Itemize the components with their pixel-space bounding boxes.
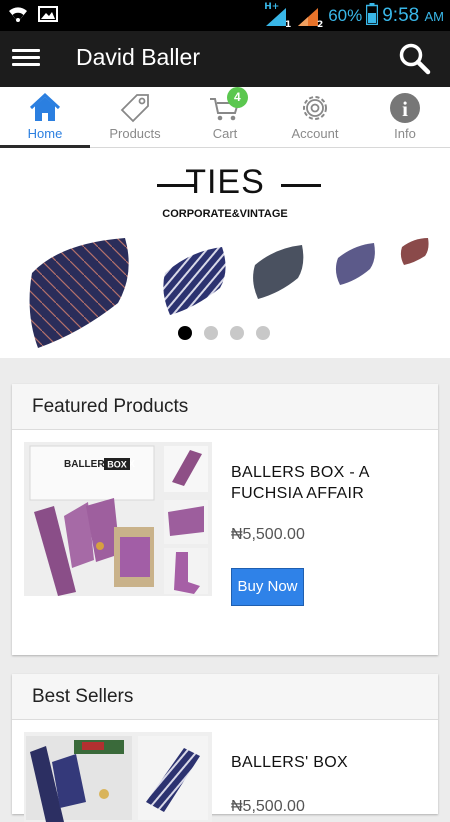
best-sellers-heading: Best Sellers (12, 674, 438, 720)
network-type-label: H+ (264, 2, 280, 12)
wifi-icon (8, 5, 28, 27)
menu-icon-line (12, 49, 40, 52)
tab-products[interactable]: Products (90, 87, 180, 147)
carousel-dot[interactable] (256, 326, 270, 340)
gear-icon (303, 96, 327, 120)
app-title: David Baller (76, 44, 200, 70)
battery-icon (365, 3, 379, 29)
carousel-dot[interactable] (230, 326, 244, 340)
tab-account-label: Account (291, 126, 339, 141)
tab-home-label: Home (27, 126, 63, 141)
ballers-box-photo (24, 732, 212, 822)
best-seller-product-price: ₦5,500.00 (231, 798, 305, 815)
tie-burgundy (400, 238, 429, 265)
menu-button[interactable] (12, 45, 40, 73)
featured-products-heading: Featured Products (12, 384, 438, 430)
signal-1-icon: H+ 1 (264, 2, 292, 30)
tab-cart[interactable]: 4 Cart (180, 87, 270, 147)
sim-2-label: 2 (316, 20, 324, 30)
app-bar: David Baller (0, 31, 450, 87)
tag-icon (120, 94, 149, 123)
svg-text:i: i (402, 97, 408, 121)
tie-plaid (29, 238, 129, 348)
battery-percent: 60% (328, 6, 363, 25)
best-seller-product-image[interactable] (24, 732, 212, 822)
info-icon: i (390, 93, 420, 123)
carousel-dots (178, 326, 270, 340)
tab-home[interactable]: Home (0, 87, 90, 148)
banner-subtitle: CORPORATE&VINTAGE (162, 208, 288, 220)
home-icon (29, 92, 61, 121)
clock-hour-minute: 9:58 (382, 5, 420, 26)
buy-now-button[interactable]: Buy Now (231, 568, 304, 606)
signal-2-icon: 2 (296, 4, 324, 30)
tab-bar: Home Products 4 Cart Account i Info (0, 87, 450, 148)
best-sellers-card: Best Sellers BALLERS' BOX ₦5,500.00 (12, 674, 438, 822)
cart-count-badge: 4 (226, 87, 248, 108)
featured-product-image[interactable]: BALLERSBOX BOX (24, 442, 212, 596)
search-icon (399, 43, 431, 75)
status-bar: H+ 1 2 60% 9:58 AM (0, 0, 450, 31)
tab-info[interactable]: i Info (360, 87, 450, 147)
featured-product-name[interactable]: BALLERS BOX - A FUCHSIA AFFAIR (231, 462, 401, 504)
tab-products-label: Products (109, 126, 161, 141)
featured-products-card: Featured Products BALLERSBOX BOX BALLERS… (12, 384, 438, 655)
image-notification-icon (38, 5, 58, 27)
banner-rule-right (281, 184, 321, 187)
best-seller-product-name[interactable]: BALLERS' BOX (231, 752, 401, 773)
carousel-dot[interactable] (204, 326, 218, 340)
tab-cart-label: Cart (212, 126, 238, 141)
tie-purple (335, 243, 375, 285)
ballers-box-fuchsia-photo: BALLERSBOX BOX (24, 442, 212, 596)
menu-icon-line (12, 63, 40, 66)
promo-banner-carousel[interactable]: TIES CORPORATE&VINTAGE (0, 148, 450, 358)
clock-ampm: AM (424, 9, 445, 24)
tie-grey (253, 245, 304, 299)
menu-icon-line (12, 56, 40, 59)
sim-1-label: 1 (284, 20, 292, 30)
tab-account[interactable]: Account (270, 87, 360, 147)
featured-product-price: ₦5,500.00 (231, 526, 305, 543)
banner-title: TIES (185, 163, 265, 201)
clock-time: 9:58 AM (382, 5, 444, 27)
tab-info-label: Info (394, 126, 416, 141)
tie-striped (163, 247, 226, 315)
search-button[interactable] (398, 42, 432, 76)
svg-text:BOX: BOX (107, 460, 127, 470)
carousel-dot[interactable] (178, 326, 192, 340)
